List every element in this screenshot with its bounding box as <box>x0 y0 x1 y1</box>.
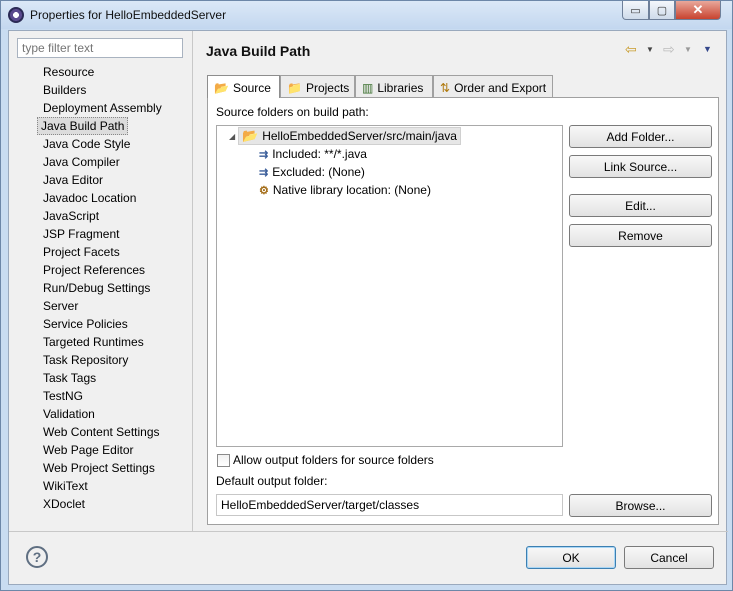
source-folders-label: Source folders on build path: <box>216 105 369 119</box>
sidebar-item-web-page-editor[interactable]: Web Page Editor <box>40 441 137 459</box>
dialog-client-area: Resource Builders Deployment Assembly Ja… <box>8 30 728 585</box>
collapse-icon[interactable]: ◢ <box>229 132 235 141</box>
excluded-label: Excluded: (None) <box>272 165 365 179</box>
native-library-node[interactable]: ⚙ Native library location: (None) <box>259 181 431 199</box>
source-folder-icon: 📂 <box>214 81 229 95</box>
sidebar-item-xdoclet[interactable]: XDoclet <box>40 495 88 513</box>
sidebar-item-project-references[interactable]: Project References <box>40 261 148 279</box>
sidebar-item-jsp-fragment[interactable]: JSP Fragment <box>40 225 122 243</box>
ok-button[interactable]: OK <box>526 546 616 569</box>
back-arrow-icon[interactable]: ⇦ <box>625 41 637 58</box>
eclipse-app-icon <box>8 7 24 23</box>
included-label: Included: **/*.java <box>272 147 367 161</box>
title-bar[interactable]: Properties for HelloEmbeddedServer ▭ ▢ ✕ <box>1 1 732 29</box>
included-node[interactable]: ⇉ Included: **/*.java <box>259 145 367 163</box>
sidebar-item-testng[interactable]: TestNG <box>40 387 86 405</box>
sidebar-item-resource[interactable]: Resource <box>40 63 97 81</box>
default-output-field[interactable]: HelloEmbeddedServer/target/classes <box>216 494 563 516</box>
window-title: Properties for HelloEmbeddedServer <box>30 8 227 22</box>
sidebar-item-task-tags[interactable]: Task Tags <box>40 369 99 387</box>
source-folders-tree[interactable]: ◢ 📂 HelloEmbeddedServer/src/main/java ⇉ … <box>216 125 563 447</box>
sidebar-item-web-project-settings[interactable]: Web Project Settings <box>40 459 158 477</box>
footer-divider <box>9 531 728 532</box>
sidebar-item-javascript[interactable]: JavaScript <box>40 207 102 225</box>
inclusion-filter-icon: ⇉ <box>259 148 269 161</box>
properties-window: Properties for HelloEmbeddedServer ▭ ▢ ✕… <box>0 0 733 591</box>
source-folder-node[interactable]: 📂 HelloEmbeddedServer/src/main/java <box>238 127 461 145</box>
link-source-button[interactable]: Link Source... <box>569 155 712 178</box>
tab-label: Source <box>232 81 271 95</box>
native-library-icon: ⚙ <box>259 184 269 197</box>
tab-label: Projects <box>305 80 350 95</box>
tab-libraries[interactable]: ▥ Libraries <box>355 75 433 97</box>
minimize-button[interactable]: ▭ <box>622 1 649 20</box>
sidebar-item-web-content-settings[interactable]: Web Content Settings <box>40 423 163 441</box>
filter-input[interactable] <box>17 38 183 58</box>
sidebar-item-task-repository[interactable]: Task Repository <box>40 351 131 369</box>
native-library-label: Native library location: (None) <box>272 183 431 197</box>
allow-output-label[interactable]: Allow output folders for source folders <box>233 453 434 467</box>
sidebar-item-java-code-style[interactable]: Java Code Style <box>40 135 133 153</box>
back-history-dropdown-icon[interactable]: ▼ <box>646 45 654 54</box>
allow-output-checkbox[interactable] <box>217 454 230 467</box>
sidebar-item-builders[interactable]: Builders <box>40 81 89 99</box>
page-title: Java Build Path <box>206 43 311 59</box>
cancel-button[interactable]: Cancel <box>624 546 714 569</box>
source-folder-label: HelloEmbeddedServer/src/main/java <box>262 129 457 143</box>
tab-label: Order and Export <box>454 80 547 95</box>
package-folder-icon: 📂 <box>242 128 259 143</box>
forward-arrow-icon[interactable]: ⇨ <box>663 41 675 58</box>
maximize-button[interactable]: ▢ <box>649 1 675 20</box>
exclusion-filter-icon: ⇉ <box>259 166 269 179</box>
view-menu-icon[interactable]: ▼ <box>703 44 712 54</box>
sidebar-item-java-build-path[interactable]: Java Build Path <box>37 117 129 135</box>
sidebar-item-service-policies[interactable]: Service Policies <box>40 315 131 333</box>
sidebar-item-javadoc-location[interactable]: Javadoc Location <box>40 189 139 207</box>
add-folder-button[interactable]: Add Folder... <box>569 125 712 148</box>
sidebar-item-validation[interactable]: Validation <box>40 405 98 423</box>
sidebar-item-java-compiler[interactable]: Java Compiler <box>40 153 123 171</box>
edit-button[interactable]: Edit... <box>569 194 712 217</box>
browse-button[interactable]: Browse... <box>569 494 712 517</box>
sidebar-divider[interactable] <box>192 31 193 531</box>
remove-button[interactable]: Remove <box>569 224 712 247</box>
libraries-icon: ▥ <box>362 80 374 95</box>
sidebar-item-deployment-assembly[interactable]: Deployment Assembly <box>40 99 165 117</box>
close-button[interactable]: ✕ <box>675 1 721 20</box>
tab-order-and-export[interactable]: ⇅ Order and Export <box>433 75 553 97</box>
sidebar-item-java-editor[interactable]: Java Editor <box>40 171 106 189</box>
tab-projects[interactable]: 📁 Projects <box>280 75 355 97</box>
order-export-icon: ⇅ <box>440 80 451 95</box>
tab-label: Libraries <box>377 80 424 95</box>
sidebar-item-run-debug-settings[interactable]: Run/Debug Settings <box>40 279 153 297</box>
sidebar-item-targeted-runtimes[interactable]: Targeted Runtimes <box>40 333 147 351</box>
default-output-label: Default output folder: <box>216 474 328 488</box>
sidebar-item-wikitext[interactable]: WikiText <box>40 477 91 495</box>
source-tab-panel: Source folders on build path: ◢ 📂 HelloE… <box>207 97 719 525</box>
projects-icon: 📁 <box>287 80 302 95</box>
sidebar-item-project-facets[interactable]: Project Facets <box>40 243 123 261</box>
sidebar-item-server[interactable]: Server <box>40 297 81 315</box>
help-icon[interactable]: ? <box>26 546 48 568</box>
tab-source[interactable]: 📂 Source <box>207 75 280 98</box>
forward-history-dropdown-icon[interactable]: ▼ <box>684 45 692 54</box>
excluded-node[interactable]: ⇉ Excluded: (None) <box>259 163 365 181</box>
